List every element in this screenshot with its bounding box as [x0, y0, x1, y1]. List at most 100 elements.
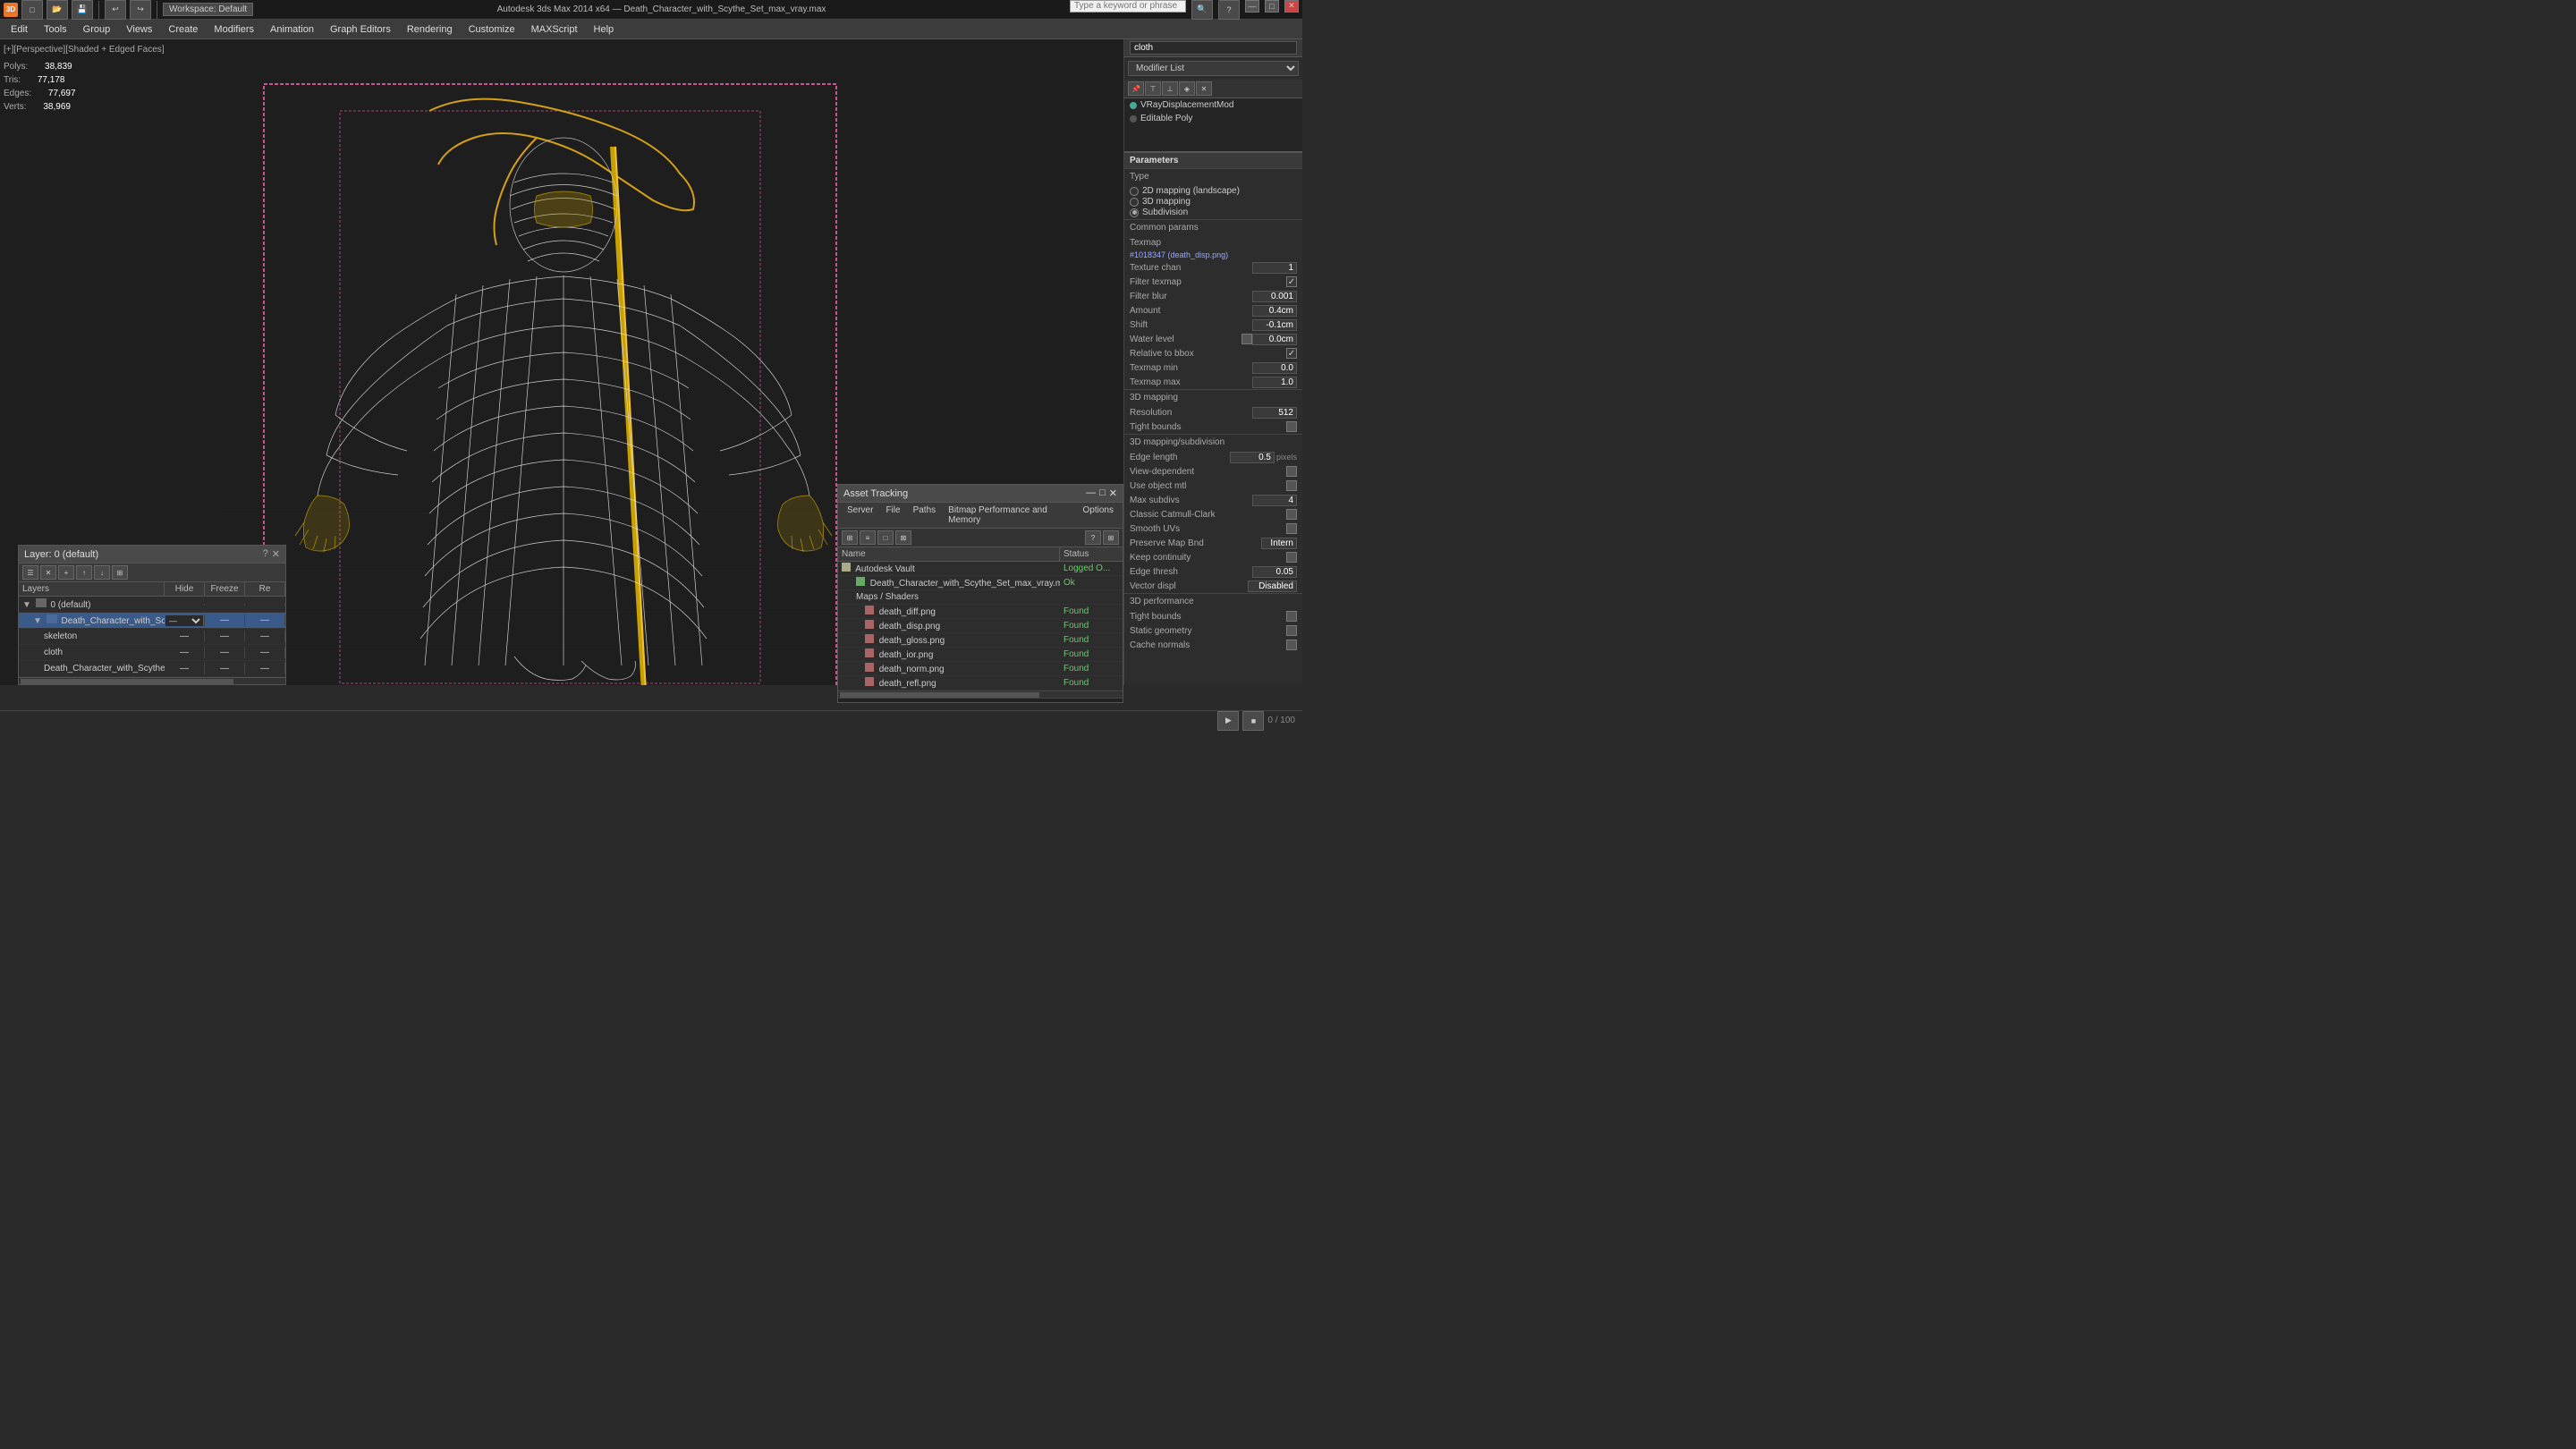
- layer-re-skeleton[interactable]: —: [245, 631, 285, 642]
- radio-2d[interactable]: 2D mapping (landscape): [1130, 186, 1297, 196]
- asset-row-maps[interactable]: Maps / Shaders: [838, 590, 1123, 605]
- relative-bbox-checkbox[interactable]: ✓: [1286, 348, 1297, 359]
- texture-chan-value[interactable]: 1: [1252, 262, 1297, 274]
- asset-scrollbar[interactable]: [838, 691, 1123, 698]
- new-btn[interactable]: □: [21, 0, 43, 20]
- show-end-btn[interactable]: ⊤: [1145, 81, 1161, 96]
- pin-stack-btn[interactable]: 📌: [1128, 81, 1144, 96]
- layer-freeze-default[interactable]: [205, 604, 245, 606]
- layer-row-dcs2[interactable]: Death_Character_with_Scythe_Set — — —: [19, 661, 285, 677]
- menu-edit[interactable]: Edit: [4, 22, 35, 37]
- layer-freeze-skeleton[interactable]: —: [205, 631, 245, 642]
- redo-btn[interactable]: ↪: [130, 0, 151, 20]
- radio-2d-dot[interactable]: [1130, 187, 1139, 196]
- asset-tool2[interactable]: ≡: [860, 530, 876, 545]
- asset-tool4[interactable]: ⊠: [895, 530, 911, 545]
- workspace-dropdown[interactable]: Workspace: Default: [163, 3, 253, 16]
- asset-row-ior[interactable]: death_ior.png Found: [838, 648, 1123, 662]
- menu-graph-editors[interactable]: Graph Editors: [323, 22, 398, 37]
- layer-re-default[interactable]: [245, 604, 285, 606]
- layer-settings-btn[interactable]: ⊞: [112, 565, 128, 580]
- layers-scrollbar[interactable]: [19, 677, 285, 684]
- asset-scroll-thumb[interactable]: [840, 692, 1039, 698]
- asset-menu-bitmap[interactable]: Bitmap Performance and Memory: [943, 504, 1075, 526]
- layer-row-cloth[interactable]: cloth — — —: [19, 645, 285, 661]
- radio-subdiv[interactable]: Subdivision: [1130, 208, 1297, 217]
- modifier-item-vray[interactable]: VRayDisplacementMod: [1124, 98, 1302, 112]
- layer-row-default[interactable]: ▼ 0 (default): [19, 597, 285, 613]
- tight-bounds-checkbox[interactable]: [1286, 421, 1297, 432]
- asset-tool1[interactable]: ⊞: [842, 530, 858, 545]
- menu-customize[interactable]: Customize: [462, 22, 522, 37]
- texmap-min-value[interactable]: 0.0: [1252, 362, 1297, 374]
- asset-restore-btn[interactable]: □: [1099, 487, 1106, 499]
- asset-row-gloss[interactable]: death_gloss.png Found: [838, 633, 1123, 648]
- preserve-map-value[interactable]: Intern: [1261, 538, 1297, 549]
- texmap-max-value[interactable]: 1.0: [1252, 377, 1297, 388]
- layer-move-up-btn[interactable]: ↑: [76, 565, 92, 580]
- modifier-list-dropdown[interactable]: Modifier List: [1128, 61, 1299, 76]
- radio-3d[interactable]: 3D mapping: [1130, 197, 1297, 207]
- radio-subdiv-dot[interactable]: [1130, 208, 1139, 217]
- asset-menu-paths[interactable]: Paths: [908, 504, 942, 526]
- asset-tool3[interactable]: □: [877, 530, 894, 545]
- layers-scroll-thumb[interactable]: [21, 679, 233, 684]
- menu-tools[interactable]: Tools: [37, 22, 74, 37]
- minimize-btn[interactable]: —: [1245, 0, 1259, 13]
- asset-row-diff[interactable]: death_diff.png Found: [838, 605, 1123, 619]
- layer-hide-cloth[interactable]: —: [165, 647, 205, 658]
- asset-row-vault[interactable]: Autodesk Vault Logged O...: [838, 562, 1123, 576]
- static-geo-checkbox[interactable]: [1286, 625, 1297, 636]
- layer-delete-btn[interactable]: ✕: [40, 565, 56, 580]
- menu-create[interactable]: Create: [161, 22, 205, 37]
- layer-freeze-dcs2[interactable]: —: [205, 663, 245, 674]
- water-level-value[interactable]: 0.0cm: [1252, 334, 1297, 345]
- play-btn[interactable]: ▶: [1217, 711, 1239, 731]
- layer-freeze-death[interactable]: —: [205, 614, 245, 626]
- search-input[interactable]: [1070, 0, 1186, 13]
- asset-row-refl[interactable]: death_refl.png Found: [838, 676, 1123, 691]
- menu-views[interactable]: Views: [119, 22, 159, 37]
- cache-normals-checkbox[interactable]: [1286, 640, 1297, 650]
- texmap-value[interactable]: #1018347 (death_disp.png): [1124, 250, 1302, 260]
- filter-texmap-checkbox[interactable]: ✓: [1286, 276, 1297, 287]
- make-unique-btn[interactable]: ◈: [1179, 81, 1195, 96]
- asset-help-btn[interactable]: ?: [1085, 530, 1101, 545]
- asset-row-disp[interactable]: death_disp.png Found: [838, 619, 1123, 633]
- asset-minimize-btn[interactable]: —: [1086, 487, 1096, 499]
- menu-maxscript[interactable]: MAXScript: [524, 22, 585, 37]
- edge-length-value[interactable]: 0.5: [1230, 452, 1275, 463]
- layer-add-btn[interactable]: +: [58, 565, 74, 580]
- classic-catmull-checkbox[interactable]: [1286, 509, 1297, 520]
- maximize-btn[interactable]: □: [1265, 0, 1279, 13]
- smooth-uvs-checkbox[interactable]: [1286, 523, 1297, 534]
- asset-close-btn[interactable]: ✕: [1109, 487, 1117, 499]
- layer-hide-dcs2[interactable]: —: [165, 663, 205, 674]
- layer-hide-default[interactable]: [165, 604, 205, 606]
- menu-modifiers[interactable]: Modifiers: [207, 22, 261, 37]
- layer-row-skeleton[interactable]: skeleton — — —: [19, 629, 285, 645]
- tight-bounds2-checkbox[interactable]: [1286, 611, 1297, 622]
- layer-row-death[interactable]: ▼ Death_Character_with_Scythe_Set — — —: [19, 613, 285, 629]
- show-all-btn[interactable]: ⊥: [1162, 81, 1178, 96]
- asset-row-norm[interactable]: death_norm.png Found: [838, 662, 1123, 676]
- view-dependent-checkbox[interactable]: [1286, 466, 1297, 477]
- remove-mod-btn[interactable]: ✕: [1196, 81, 1212, 96]
- layer-re-cloth[interactable]: —: [245, 647, 285, 658]
- menu-animation[interactable]: Animation: [263, 22, 321, 37]
- layers-help-btn[interactable]: ?: [263, 548, 268, 560]
- layer-move-down-btn[interactable]: ↓: [94, 565, 110, 580]
- menu-group[interactable]: Group: [76, 22, 118, 37]
- keep-continuity-checkbox[interactable]: [1286, 552, 1297, 563]
- layers-close-btn[interactable]: ✕: [272, 548, 280, 560]
- use-object-mtl-checkbox[interactable]: [1286, 480, 1297, 491]
- section-parameters[interactable]: Parameters: [1124, 152, 1302, 169]
- modifier-item-epoly[interactable]: Editable Poly: [1124, 112, 1302, 125]
- resolution-value[interactable]: 512: [1252, 407, 1297, 419]
- shift-value[interactable]: -0.1cm: [1252, 319, 1297, 331]
- asset-row-max[interactable]: Death_Character_with_Scythe_Set_max_vray…: [838, 576, 1123, 590]
- object-name-input[interactable]: cloth: [1130, 41, 1297, 55]
- filter-blur-value[interactable]: 0.001: [1252, 291, 1297, 302]
- water-level-checkbox[interactable]: [1241, 334, 1252, 344]
- vector-displ-value[interactable]: Disabled: [1248, 580, 1297, 592]
